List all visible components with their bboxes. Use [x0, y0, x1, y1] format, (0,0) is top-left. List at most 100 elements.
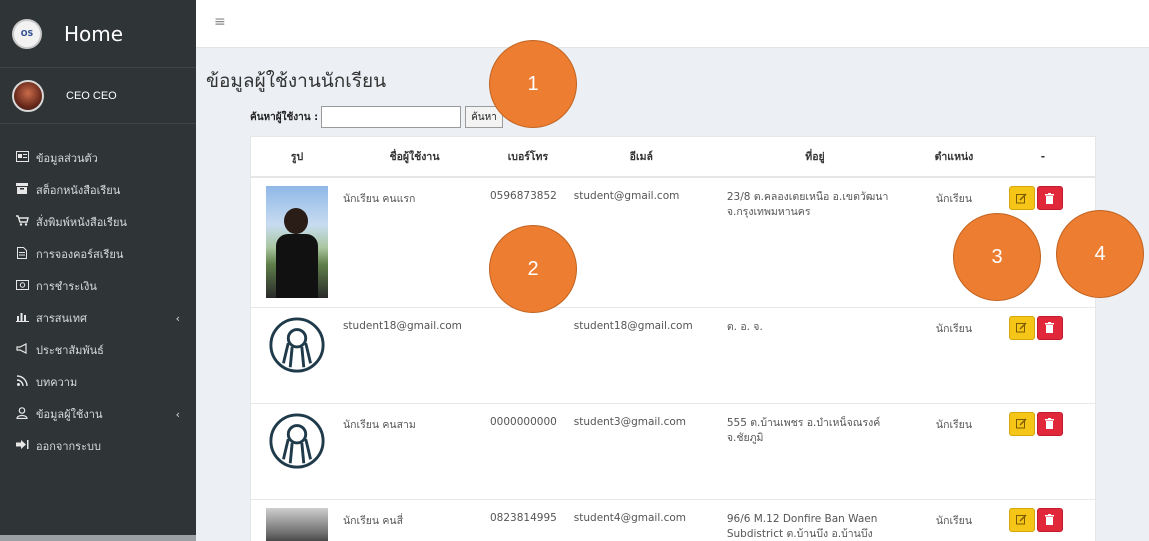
email-cell: student4@gmail.com — [569, 498, 713, 541]
user-photo — [265, 186, 328, 298]
rss-icon — [14, 375, 30, 389]
search-bar: ค้นหาผู้ใช้งาน : ค้นหา — [250, 106, 503, 128]
sidebar-item-information[interactable]: สารสนเทศ ‹ — [0, 302, 196, 334]
sidebar-item-label: สต็อกหนังสือเรียน — [36, 184, 121, 197]
default-avatar-icon — [269, 412, 325, 469]
sidebar-item-announcements[interactable]: ประชาสัมพันธ์ — [0, 334, 196, 366]
callout-1: 1 — [489, 40, 577, 128]
sidebar-item-stock[interactable]: สต็อกหนังสือเรียน — [0, 174, 196, 206]
money-icon — [14, 279, 30, 293]
sidebar-item-user-data[interactable]: ข้อมูลผู้ใช้งาน ‹ — [0, 398, 196, 430]
address-cell: 555 ต.บ้านเพชร อ.บำเหน็จณรงค์ จ.ชัยภูมิ — [712, 402, 918, 499]
trash-icon — [1045, 514, 1055, 525]
sidebar-item-profile[interactable]: ข้อมูลส่วนตัว — [0, 142, 196, 174]
address-cell: ต. อ. จ. — [712, 306, 918, 403]
brand-logo-text: OS — [20, 29, 34, 38]
username-cell: นักเรียน คนสี่ — [342, 498, 486, 541]
hamburger-menu-icon[interactable]: ≡ — [214, 14, 226, 30]
sidebar-item-label: การชำระเงิน — [36, 280, 97, 293]
users-table-container: รูป ชื่อผู้ใช้งาน เบอร์โทร อีเมล์ ที่อยู… — [250, 136, 1096, 541]
user-photo-cell — [251, 402, 343, 499]
delete-button[interactable] — [1036, 507, 1063, 532]
header-username: ชื่อผู้ใช้งาน — [342, 137, 486, 178]
address-cell: 23/8 ต.คลองเตยเหนือ อ.เขตวัฒนา จ.กรุงเทพ… — [712, 176, 918, 307]
search-input[interactable] — [321, 106, 462, 128]
edit-button[interactable] — [1008, 186, 1035, 210]
actions-cell — [990, 498, 1095, 541]
header-email: อีเมล์ — [569, 137, 713, 178]
brand[interactable]: OS Home — [0, 0, 196, 68]
brand-logo: OS — [12, 18, 42, 49]
sidebar: OS Home CEO CEO ข้อมูลส่วนตัว สต็อกหนังส… — [0, 0, 196, 541]
user-photo-cell — [251, 306, 343, 403]
sidebar-item-label: ออกจากระบบ — [36, 440, 101, 453]
email-cell: student3@gmail.com — [569, 402, 713, 499]
actions-cell — [990, 306, 1095, 403]
address-cell: 96/6 M.12 Donfire Ban Waen Subdistrict ต… — [712, 498, 918, 541]
delete-button[interactable] — [1036, 186, 1063, 210]
sidebar-item-label: สารสนเทศ — [36, 312, 88, 325]
header-picture: รูป — [251, 137, 343, 178]
sidebar-scrollbar[interactable] — [0, 535, 196, 541]
edit-icon — [1016, 322, 1027, 333]
sidebar-item-label: บทความ — [36, 376, 78, 389]
phone-cell — [486, 306, 570, 403]
table-header-row: รูป ชื่อผู้ใช้งาน เบอร์โทร อีเมล์ ที่อยู… — [251, 137, 1095, 178]
edit-icon — [1016, 514, 1027, 525]
actions-cell — [990, 402, 1095, 499]
brand-title[interactable]: Home — [64, 22, 123, 46]
edit-button[interactable] — [1008, 507, 1035, 532]
edit-button[interactable] — [1008, 411, 1035, 436]
table-row: นักเรียน คนสี่ 0823814995 student4@gmail… — [251, 498, 1095, 541]
edit-icon — [1016, 193, 1027, 203]
delete-button[interactable] — [1036, 315, 1063, 340]
bar-chart-icon — [14, 311, 30, 325]
chevron-left-icon: ‹ — [175, 407, 180, 421]
top-bar: ≡ — [196, 0, 1149, 48]
sidebar-item-label: สั่งพิมพ์หนังสือเรียน — [36, 216, 127, 229]
archive-icon — [14, 183, 30, 197]
sidebar-item-label: ข้อมูลส่วนตัว — [36, 152, 98, 165]
search-label: ค้นหาผู้ใช้งาน : — [250, 111, 319, 123]
sidebar-item-payment[interactable]: การชำระเงิน — [0, 270, 196, 302]
bullhorn-icon — [14, 343, 30, 357]
delete-button[interactable] — [1036, 411, 1063, 436]
trash-icon — [1045, 418, 1055, 429]
user-panel: CEO CEO — [0, 68, 196, 124]
callout-2: 2 — [489, 225, 577, 313]
sidebar-item-print-order[interactable]: สั่งพิมพ์หนังสือเรียน — [0, 206, 196, 238]
file-icon — [14, 246, 30, 262]
edit-icon — [1016, 418, 1027, 429]
user-photo-cell — [251, 498, 343, 541]
callout-3: 3 — [953, 213, 1041, 301]
trash-icon — [1045, 192, 1055, 204]
header-actions: - — [990, 137, 1095, 178]
id-card-icon — [14, 151, 30, 165]
phone-cell: 0000000000 — [486, 402, 570, 499]
sidebar-item-logout[interactable]: ออกจากระบบ — [0, 430, 196, 462]
edit-button[interactable] — [1008, 315, 1035, 340]
username-cell: student18@gmail.com — [342, 306, 486, 403]
page-title: ข้อมูลผู้ใช้งานนักเรียน — [206, 70, 387, 92]
chevron-left-icon: ‹ — [175, 311, 180, 325]
position-cell: นักเรียน — [917, 498, 991, 541]
username-cell: นักเรียน คนแรก — [342, 176, 486, 307]
sidebar-item-course-booking[interactable]: การจองคอร์สเรียน — [0, 238, 196, 270]
position-cell: นักเรียน — [917, 402, 991, 499]
user-avatar — [12, 79, 44, 112]
header-address: ที่อยู่ — [712, 137, 918, 178]
position-cell: นักเรียน — [917, 306, 991, 403]
sidebar-item-articles[interactable]: บทความ — [0, 366, 196, 398]
sidebar-item-label: การจองคอร์สเรียน — [36, 248, 124, 261]
user-photo — [265, 507, 328, 541]
header-phone: เบอร์โทร — [486, 137, 570, 178]
user-name: CEO CEO — [66, 89, 117, 102]
default-avatar-icon — [269, 316, 325, 373]
sidebar-menu: ข้อมูลส่วนตัว สต็อกหนังสือเรียน สั่งพิมพ… — [0, 124, 196, 462]
header-position: ตำแหน่ง — [917, 137, 991, 178]
trash-icon — [1045, 322, 1055, 333]
cart-icon — [14, 215, 30, 229]
sidebar-item-label: ประชาสัมพันธ์ — [36, 344, 104, 357]
callout-4: 4 — [1056, 210, 1144, 298]
user-photo-cell — [251, 176, 343, 307]
